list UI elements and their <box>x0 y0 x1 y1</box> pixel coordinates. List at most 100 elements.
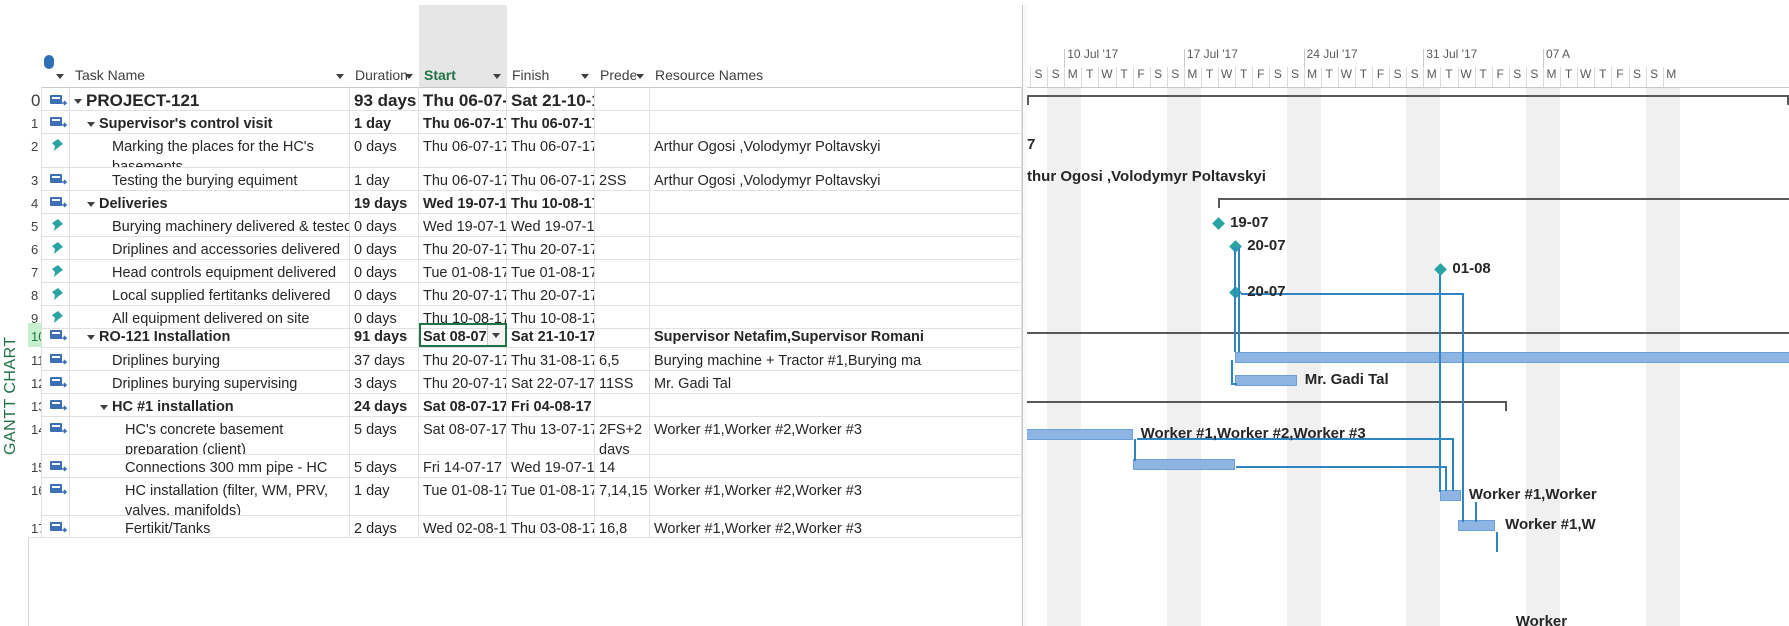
start-cell[interactable]: Thu 20-07-17 <box>419 236 507 259</box>
duration-cell[interactable]: 93 days <box>350 87 419 110</box>
start-cell[interactable]: Sat 08-07-17 <box>419 416 507 454</box>
resource-names-cell[interactable]: Arthur Ogosi ,Volodymyr Poltavskyi <box>650 133 1022 167</box>
predecessors-cell[interactable] <box>595 190 650 213</box>
task-name-cell[interactable]: Deliveries <box>70 190 350 213</box>
task-row[interactable]: 14 HC's concrete basement preparation (cl… <box>28 416 1022 455</box>
task-row[interactable]: 11 Driplines burying 37 daysThu 20-07-17Th… <box>28 347 1022 371</box>
predecessors-filter-arrow-icon[interactable] <box>636 74 644 79</box>
resource-names-cell[interactable]: Arthur Ogosi ,Volodymyr Poltavskyi <box>650 167 1022 190</box>
start-cell[interactable]: Fri 14-07-17 <box>419 454 507 477</box>
predecessors-cell[interactable] <box>595 213 650 236</box>
row-number-header[interactable] <box>28 5 43 88</box>
start-cell[interactable]: Thu 20-07-17 <box>419 370 507 393</box>
resource-names-header[interactable]: Resource Names <box>650 5 1022 88</box>
task-name-cell[interactable]: HC installation (filter, WM, PRV, valves… <box>70 477 350 515</box>
task-name-cell[interactable]: Testing the burying equiment <box>70 167 350 190</box>
start-cell[interactable]: Thu 20-07-17 <box>419 347 507 370</box>
predecessors-cell[interactable] <box>595 323 650 347</box>
task-name-cell[interactable]: Fertikit/Tanks <box>70 515 350 537</box>
task-name-cell[interactable]: RO-121 Installation <box>70 323 350 347</box>
predecessors-cell[interactable] <box>595 110 650 133</box>
predecessors-cell[interactable]: 2SS <box>595 167 650 190</box>
finish-cell[interactable]: Fri 04-08-17 <box>507 393 595 416</box>
start-cell[interactable]: Sat 08-07-17 <box>419 393 507 416</box>
predecessors-cell[interactable] <box>595 236 650 259</box>
task-bar-hc-installation[interactable] <box>1440 490 1461 501</box>
start-cell[interactable]: Tue 01-08-17 <box>419 259 507 282</box>
duration-cell[interactable]: 0 days <box>350 259 419 282</box>
start-header[interactable]: Start <box>419 5 508 88</box>
duration-filter-arrow-icon[interactable] <box>405 74 413 79</box>
start-cell[interactable]: Wed 19-07-17 <box>419 213 507 236</box>
task-name-cell[interactable]: Supervisor's control visit <box>70 110 350 133</box>
start-cell[interactable]: Thu 06-07-1 <box>419 87 507 110</box>
project-summary-bar[interactable] <box>1027 95 1789 105</box>
resource-names-cell[interactable]: Worker #1,Worker #2,Worker #3 <box>650 477 1022 515</box>
finish-cell[interactable]: Thu 13-07-17 <box>507 416 595 454</box>
resource-names-cell[interactable] <box>650 213 1022 236</box>
finish-cell[interactable]: Tue 01-08-17 <box>507 477 595 515</box>
timescale-week-label[interactable]: 07 A <box>1546 47 1570 61</box>
predecessors-cell[interactable]: 2FS+2 days <box>595 416 650 454</box>
finish-cell[interactable]: Thu 20-07-17 <box>507 236 595 259</box>
task-name-cell[interactable]: Driplines burying <box>70 347 350 370</box>
filter-arrow-icon[interactable] <box>56 74 64 79</box>
finish-cell[interactable]: Thu 03-08-17 <box>507 515 595 537</box>
timescale-week-label[interactable]: 24 Jul '17 <box>1307 47 1358 61</box>
collapse-triangle-icon[interactable] <box>87 121 95 127</box>
resource-names-cell[interactable] <box>650 454 1022 477</box>
resource-names-cell[interactable] <box>650 110 1022 133</box>
duration-cell[interactable]: 0 days <box>350 236 419 259</box>
duration-cell[interactable]: 5 days <box>350 454 419 477</box>
task-row[interactable]: 6 Driplines and accessories delivered 0 da… <box>28 236 1022 260</box>
task-bar-basement-preparation[interactable] <box>1027 429 1133 440</box>
start-filter-arrow-icon[interactable] <box>493 74 501 79</box>
finish-header[interactable]: Finish <box>507 5 596 88</box>
finish-cell[interactable]: Thu 06-07-17 <box>507 133 595 167</box>
predecessors-cell[interactable] <box>595 393 650 416</box>
start-cell[interactable]: Wed 19-07-17 <box>419 190 507 213</box>
predecessors-cell[interactable] <box>595 282 650 305</box>
resource-names-cell[interactable]: Worker #1,Worker #2,Worker #3 <box>650 515 1022 537</box>
finish-cell[interactable]: Tue 01-08-17 <box>507 259 595 282</box>
resource-names-cell[interactable] <box>650 236 1022 259</box>
date-picker-dropdown-button[interactable] <box>487 325 504 345</box>
task-row[interactable]: 15 Connections 300 mm pipe - HC 5 daysFri … <box>28 454 1022 478</box>
task-row[interactable]: 2 Marking the places for the HC's basemen… <box>28 133 1022 168</box>
task-name-header[interactable]: Task Name <box>70 5 351 88</box>
duration-cell[interactable]: 91 days <box>350 323 419 347</box>
collapse-triangle-icon[interactable] <box>74 99 82 105</box>
finish-cell[interactable]: Sat 21-10-17 <box>507 87 595 110</box>
predecessors-cell[interactable] <box>595 133 650 167</box>
predecessors-header[interactable]: Predec <box>595 5 651 88</box>
deliveries-summary-bar[interactable] <box>1218 198 1789 208</box>
task-name-filter-arrow-icon[interactable] <box>336 74 344 79</box>
task-name-cell[interactable]: Driplines and accessories delivered <box>70 236 350 259</box>
duration-cell[interactable]: 3 days <box>350 370 419 393</box>
task-name-cell[interactable]: PROJECT-121 <box>70 87 350 110</box>
gantt-chart-pane[interactable]: 10 Jul '17 17 Jul '17 24 Jul '17 31 Jul '17… <box>1027 5 1789 626</box>
task-row[interactable]: 3 Testing the burying equiment 1 day Thu 06… <box>28 167 1022 191</box>
finish-cell[interactable]: Thu 10-08-17 <box>507 190 595 213</box>
resource-names-cell[interactable] <box>650 282 1022 305</box>
finish-cell[interactable]: Wed 19-07-17 <box>507 213 595 236</box>
task-name-cell[interactable]: Local supplied fertitanks delivered <box>70 282 350 305</box>
view-bar[interactable]: GANTT CHART <box>0 5 29 626</box>
resource-names-cell[interactable]: Worker #1,Worker #2,Worker #3 <box>650 416 1022 454</box>
task-name-cell[interactable]: Head controls equipment delivered <box>70 259 350 282</box>
timescale-week-label[interactable]: 17 Jul '17 <box>1187 47 1238 61</box>
task-row[interactable]: 0 PROJECT-121 93 daysThu 06-07-1Sat 21-10-… <box>28 87 1022 111</box>
duration-cell[interactable]: 2 days <box>350 515 419 537</box>
task-mode-header[interactable] <box>42 5 71 88</box>
duration-cell[interactable]: 5 days <box>350 416 419 454</box>
resource-names-cell[interactable]: Mr. Gadi Tal <box>650 370 1022 393</box>
duration-cell[interactable]: 0 days <box>350 282 419 305</box>
duration-cell[interactable]: 37 days <box>350 347 419 370</box>
task-name-cell[interactable]: Driplines burying supervising <box>70 370 350 393</box>
resource-names-cell[interactable] <box>650 259 1022 282</box>
start-cell[interactable]: Thu 06-07-17 <box>419 110 507 133</box>
task-bar-connections-pipe[interactable] <box>1132 459 1236 470</box>
duration-cell[interactable]: 19 days <box>350 190 419 213</box>
finish-filter-arrow-icon[interactable] <box>581 74 589 79</box>
start-cell[interactable]: Thu 20-07-17 <box>419 282 507 305</box>
